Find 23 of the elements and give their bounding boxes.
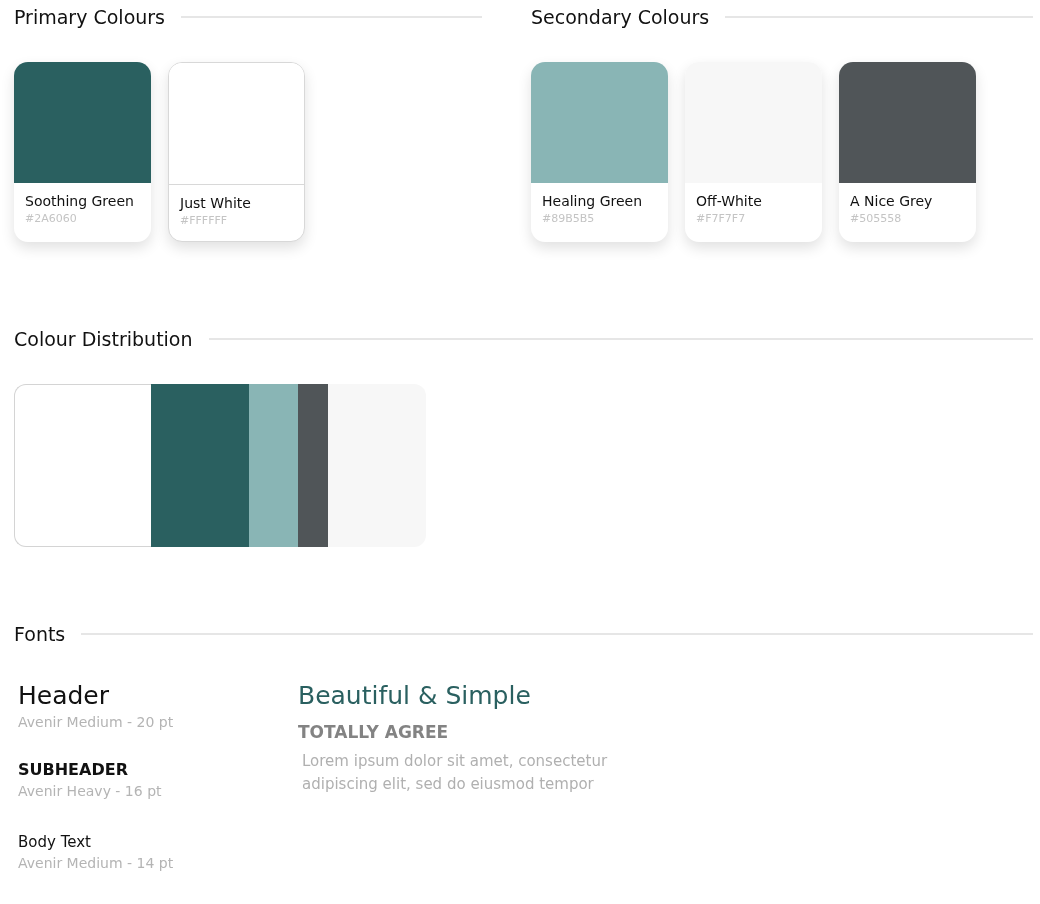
colour-name: A Nice Grey (850, 193, 934, 209)
section-title: Primary Colours (14, 6, 165, 28)
section-title: Secondary Colours (531, 6, 710, 28)
font-sample: SUBHEADER (18, 760, 129, 779)
hex-code: #89B5B5 (542, 212, 596, 225)
section-title: Colour Distribution (14, 328, 193, 350)
font-spec: Avenir Heavy - 16 pt (18, 783, 163, 799)
hex-code: #F7F7F7 (696, 212, 747, 225)
section-title: Fonts (14, 623, 66, 645)
colour-name: Healing Green (542, 193, 644, 209)
preview-subheading: TOTALLY AGREE (298, 722, 450, 742)
font-spec: Avenir Medium - 20 pt (18, 714, 175, 730)
hex-code: #FFFFFF (180, 214, 229, 227)
colour-name: Just White (180, 195, 252, 211)
hex-code: #2A6060 (25, 212, 78, 225)
hex-code: #505558 (850, 212, 903, 225)
font-sample: Header (18, 681, 111, 710)
preview-heading: Beautiful & Simple (298, 681, 532, 710)
colour-name: Off-White (696, 193, 763, 209)
font-sample: Body Text (18, 833, 92, 851)
font-spec: Avenir Medium - 14 pt (18, 855, 175, 871)
preview-body-text: Lorem ipsum dolor sit amet, consectetur adipiscing elit, sed do eiusmod tempor (301, 751, 609, 795)
colour-name: Soothing Green (25, 193, 135, 209)
